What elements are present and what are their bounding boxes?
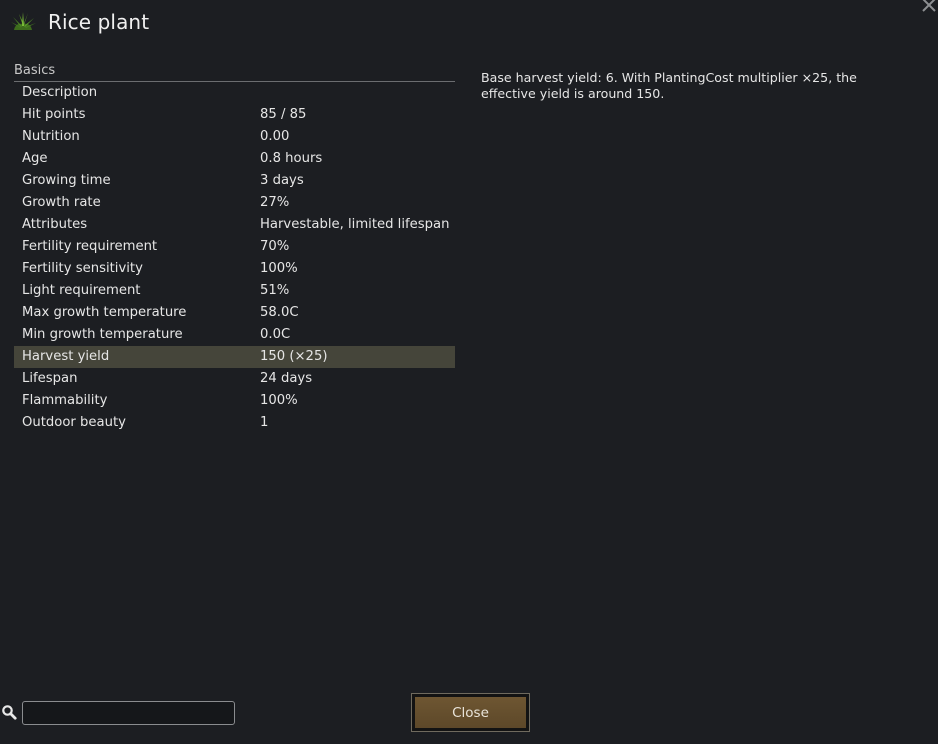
info-window: Rice plant Basics Description Hit points… (0, 0, 938, 744)
stat-label: Min growth temperature (22, 327, 183, 342)
stat-value: 1 (260, 415, 269, 430)
stat-label: Outdoor beauty (22, 415, 126, 430)
stat-value: 0.8 hours (260, 151, 323, 166)
stat-label: Age (22, 151, 48, 166)
stat-label: Growing time (22, 173, 111, 188)
page-title: Rice plant (48, 10, 150, 34)
search-input[interactable] (22, 701, 235, 725)
stat-value: 150 (×25) (260, 349, 328, 364)
stat-row-flammability[interactable]: Flammability 100% (14, 390, 455, 412)
stat-row-hit-points[interactable]: Hit points 85 / 85 (14, 104, 455, 126)
close-button-label: Close (415, 697, 526, 728)
section-label-basics: Basics (14, 63, 56, 78)
stat-row-max-growth-temperature[interactable]: Max growth temperature 58.0C (14, 302, 455, 324)
stat-value: 0.00 (260, 129, 290, 144)
stat-label: Nutrition (22, 129, 80, 144)
stat-row-age[interactable]: Age 0.8 hours (14, 148, 455, 170)
stat-label: Max growth temperature (22, 305, 187, 320)
stat-value: 70% (260, 239, 290, 254)
description-panel: Base harvest yield: 6. With PlantingCost… (481, 70, 857, 101)
stat-row-nutrition[interactable]: Nutrition 0.00 (14, 126, 455, 148)
search-icon (1, 704, 17, 720)
stat-label: Flammability (22, 393, 108, 408)
window-header: Rice plant (9, 6, 149, 38)
close-button[interactable]: Close (411, 693, 530, 732)
stat-row-outdoor-beauty[interactable]: Outdoor beauty 1 (14, 412, 455, 434)
stat-value: 3 days (260, 173, 304, 188)
stat-row-description[interactable]: Description (14, 82, 455, 104)
stat-label: Harvest yield (22, 349, 110, 364)
stat-row-attributes[interactable]: Attributes Harvestable, limited lifespan (14, 214, 455, 236)
stat-row-min-growth-temperature[interactable]: Min growth temperature 0.0C (14, 324, 455, 346)
close-icon[interactable] (920, 0, 938, 14)
stat-value: 24 days (260, 371, 313, 386)
stat-value: 0.0C (260, 327, 291, 342)
stat-value: 58.0C (260, 305, 299, 320)
stat-value: 51% (260, 283, 290, 298)
stat-label: Fertility requirement (22, 239, 158, 254)
stat-label: Description (22, 85, 98, 100)
stat-row-lifespan[interactable]: Lifespan 24 days (14, 368, 455, 390)
rice-plant-icon (9, 10, 37, 34)
stat-value: Harvestable, limited lifespan (260, 217, 450, 232)
stat-row-harvest-yield[interactable]: Harvest yield 150 (×25) (14, 346, 455, 368)
stat-label: Fertility sensitivity (22, 261, 143, 276)
stat-value: 100% (260, 261, 298, 276)
stat-label: Attributes (22, 217, 88, 232)
stat-label: Growth rate (22, 195, 101, 210)
stat-value: 27% (260, 195, 290, 210)
stat-row-light-requirement[interactable]: Light requirement 51% (14, 280, 455, 302)
stat-value: 85 / 85 (260, 107, 307, 122)
stat-row-growth-rate[interactable]: Growth rate 27% (14, 192, 455, 214)
stat-row-fertility-sensitivity[interactable]: Fertility sensitivity 100% (14, 258, 455, 280)
stat-row-growing-time[interactable]: Growing time 3 days (14, 170, 455, 192)
stat-label: Light requirement (22, 283, 141, 298)
stats-list: Description Hit points 85 / 85 Nutrition… (14, 82, 455, 434)
stat-row-fertility-requirement[interactable]: Fertility requirement 70% (14, 236, 455, 258)
stat-label: Lifespan (22, 371, 78, 386)
stat-label: Hit points (22, 107, 86, 122)
stat-value: 100% (260, 393, 298, 408)
